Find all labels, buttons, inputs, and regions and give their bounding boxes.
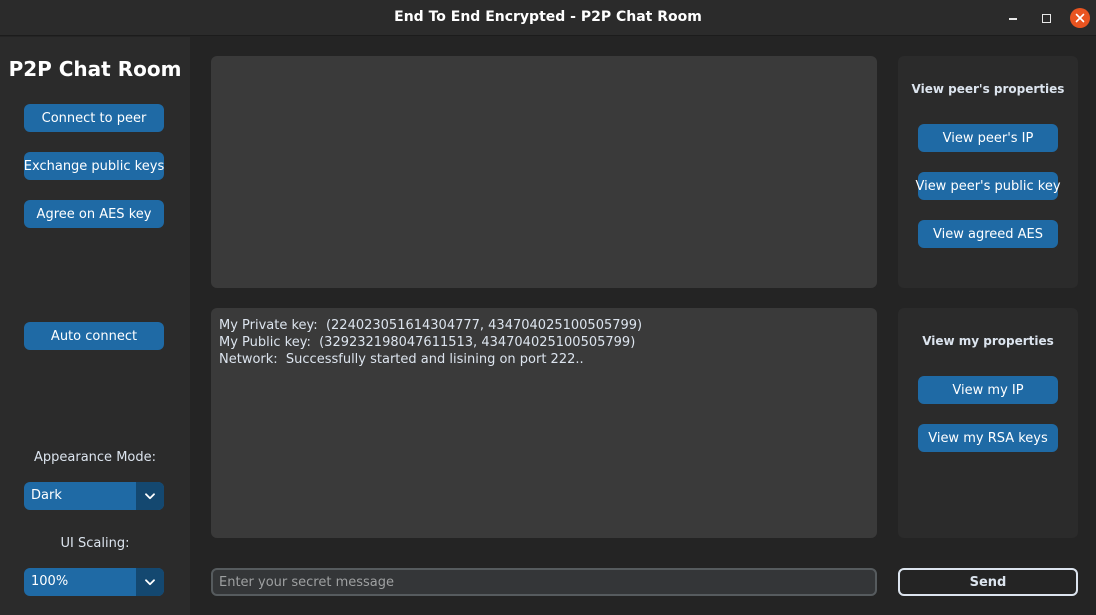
chat-textbox[interactable] [211, 56, 877, 288]
view-my-rsa-keys-button[interactable]: View my RSA keys [918, 424, 1058, 452]
ui-scaling-select[interactable]: 100% [24, 568, 164, 596]
view-peer-ip-button[interactable]: View peer's IP [918, 124, 1058, 152]
auto-connect-button[interactable]: Auto connect [24, 322, 164, 350]
my-properties-title: View my properties [922, 334, 1054, 348]
agree-aes-key-button[interactable]: Agree on AES key [24, 200, 164, 228]
appearance-mode-value: Dark [31, 488, 62, 503]
ui-scaling-label: UI Scaling: [60, 536, 130, 551]
app-title: P2P Chat Room [8, 57, 182, 81]
chevron-down-icon[interactable] [136, 568, 164, 596]
log-textbox[interactable]: My Private key: (224023051614304777, 434… [211, 308, 877, 538]
window-title: End To End Encrypted - P2P Chat Room [394, 9, 702, 25]
appearance-mode-select[interactable]: Dark [24, 482, 164, 510]
ui-scaling-value: 100% [31, 574, 69, 589]
my-properties-panel: View my properties [898, 308, 1078, 538]
exchange-public-keys-button[interactable]: Exchange public keys [24, 152, 164, 180]
send-button[interactable]: Send [898, 568, 1078, 596]
view-my-ip-button[interactable]: View my IP [918, 376, 1058, 404]
window-titlebar: End To End Encrypted - P2P Chat Room [0, 0, 1096, 36]
log-line-network: Network: Successfully started and lisini… [219, 352, 584, 367]
close-icon[interactable] [1070, 8, 1090, 28]
minimize-icon[interactable] [1003, 8, 1023, 28]
connect-to-peer-button[interactable]: Connect to peer [24, 104, 164, 132]
log-line-public-key: My Public key: (329232198047611513, 4347… [219, 335, 636, 350]
peer-properties-title: View peer's properties [911, 82, 1065, 96]
view-peer-public-key-button[interactable]: View peer's public key [915, 172, 1061, 200]
view-agreed-aes-button[interactable]: View agreed AES [918, 220, 1058, 248]
log-line-private-key: My Private key: (224023051614304777, 434… [219, 318, 643, 333]
maximize-icon[interactable] [1036, 8, 1056, 28]
message-input[interactable] [211, 568, 877, 596]
chevron-down-icon[interactable] [136, 482, 164, 510]
appearance-mode-label: Appearance Mode: [34, 450, 156, 465]
